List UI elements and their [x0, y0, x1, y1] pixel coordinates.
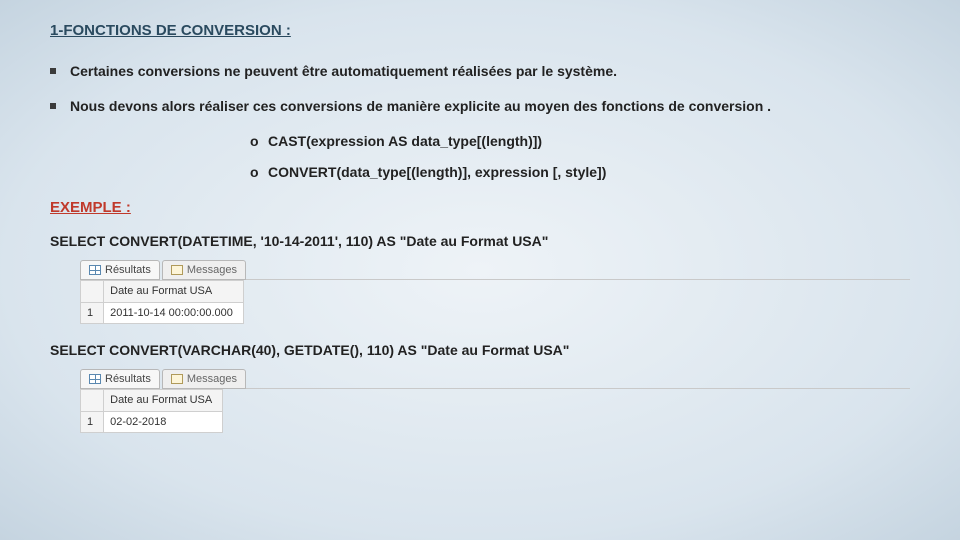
tab-results-label: Résultats: [105, 262, 151, 279]
tab-messages-label: Messages: [187, 371, 237, 388]
example-heading: EXEMPLE :: [50, 197, 910, 220]
tab-spacer: [246, 369, 910, 389]
tab-spacer: [246, 260, 910, 280]
sub-list: o CAST(expression AS data_type[(length)]…: [250, 131, 910, 183]
sub-bullet: o: [250, 162, 268, 183]
column-header: Date au Format USA: [104, 390, 223, 412]
result-grid: Date au Format USA 1 02-02-2018: [80, 389, 223, 433]
sub-item: o CONVERT(data_type[(length)], expressio…: [250, 162, 910, 183]
table-row: 1 02-02-2018: [81, 411, 223, 433]
result-panel-2: Résultats Messages Date au Format USA 1 …: [80, 369, 910, 433]
grid-corner: [81, 281, 104, 303]
grid-icon: [89, 265, 101, 275]
sql-statement-1: SELECT CONVERT(DATETIME, '10-14-2011', 1…: [50, 231, 910, 252]
tab-results[interactable]: Résultats: [80, 260, 160, 280]
sub-text: CAST(expression AS data_type[(length)]): [268, 131, 542, 152]
row-number: 1: [81, 411, 104, 433]
section-heading: 1-FONCTIONS DE CONVERSION :: [50, 20, 910, 43]
bullet-text: Certaines conversions ne peuvent être au…: [70, 61, 617, 82]
bullet-item: Nous devons alors réaliser ces conversio…: [50, 96, 910, 117]
tab-strip: Résultats Messages: [80, 369, 910, 389]
bullet-text: Nous devons alors réaliser ces conversio…: [70, 96, 771, 117]
square-bullet-icon: [50, 103, 56, 109]
message-icon: [171, 374, 183, 384]
column-header: Date au Format USA: [104, 281, 244, 303]
square-bullet-icon: [50, 68, 56, 74]
message-icon: [171, 265, 183, 275]
cell-value: 2011-10-14 00:00:00.000: [104, 302, 244, 324]
sub-item: o CAST(expression AS data_type[(length)]…: [250, 131, 910, 152]
sub-text: CONVERT(data_type[(length)], expression …: [268, 162, 606, 183]
tab-messages[interactable]: Messages: [162, 369, 246, 389]
table-row: 1 2011-10-14 00:00:00.000: [81, 302, 244, 324]
cell-value: 02-02-2018: [104, 411, 223, 433]
tab-results-label: Résultats: [105, 371, 151, 388]
row-number: 1: [81, 302, 104, 324]
sql-statement-2: SELECT CONVERT(VARCHAR(40), GETDATE(), 1…: [50, 340, 910, 361]
grid-corner: [81, 390, 104, 412]
tab-results[interactable]: Résultats: [80, 369, 160, 389]
tab-strip: Résultats Messages: [80, 260, 910, 280]
result-panel-1: Résultats Messages Date au Format USA 1 …: [80, 260, 910, 324]
sub-bullet: o: [250, 131, 268, 152]
result-grid: Date au Format USA 1 2011-10-14 00:00:00…: [80, 280, 244, 324]
bullet-list: Certaines conversions ne peuvent être au…: [50, 61, 910, 117]
tab-messages[interactable]: Messages: [162, 260, 246, 280]
grid-icon: [89, 374, 101, 384]
bullet-item: Certaines conversions ne peuvent être au…: [50, 61, 910, 82]
tab-messages-label: Messages: [187, 262, 237, 279]
